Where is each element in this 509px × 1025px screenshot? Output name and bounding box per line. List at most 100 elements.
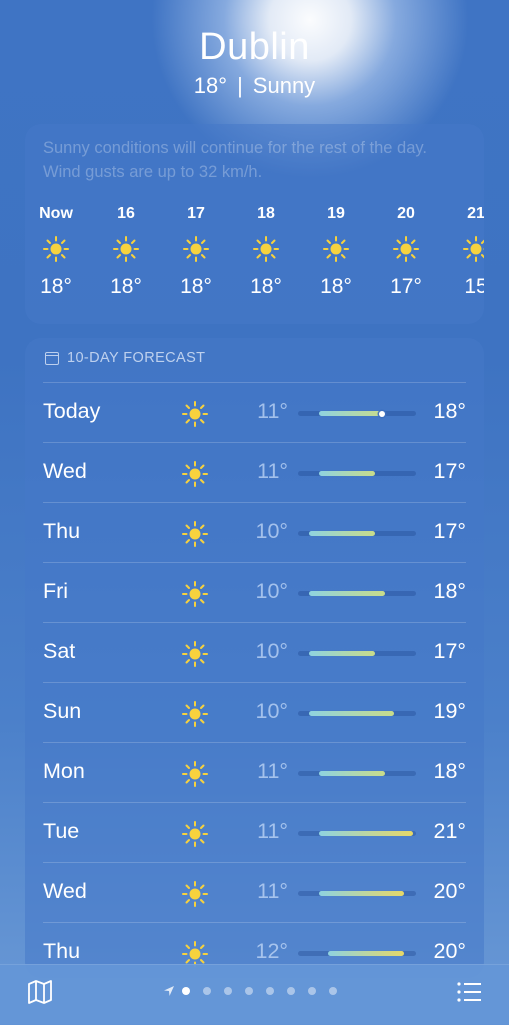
ten-day-forecast-card[interactable]: 10-DAY FORECAST Today 11° 18° Wed 11° 17° Thu 1…	[25, 338, 484, 978]
temperature-range-fill	[309, 531, 376, 536]
hour-temperature: 18°	[250, 275, 282, 298]
hour-temperature: 17°	[390, 275, 422, 298]
sun-icon	[182, 881, 208, 907]
day-name: Fri	[43, 579, 69, 603]
high-temperature: 20°	[433, 879, 466, 903]
day-icon-wrap	[182, 761, 208, 787]
hour-icon-wrap	[323, 236, 349, 262]
forecast-row[interactable]: Wed 11° 17°	[43, 442, 466, 503]
conditions-description: Sunny conditions will continue for the r…	[43, 139, 427, 181]
ten-day-title: 10-DAY FORECAST	[67, 350, 206, 366]
hourly-forecast-card[interactable]: Sunny conditions will continue for the r…	[25, 124, 484, 324]
temperature-range-fill	[318, 411, 385, 416]
sun-icon	[113, 236, 139, 262]
temperature-range-fill	[318, 831, 414, 836]
location-header: Dublin 18° | Sunny	[0, 24, 509, 100]
hour-label: 16	[117, 205, 135, 222]
page-dot[interactable]	[287, 987, 295, 995]
hour-item: Now 18°	[26, 204, 86, 300]
forecast-row[interactable]: Mon 11° 18°	[43, 742, 466, 803]
high-temperature: 18°	[433, 399, 466, 423]
calendar-icon	[45, 351, 59, 365]
hour-icon-wrap	[183, 236, 209, 262]
low-temperature: 11°	[257, 459, 288, 483]
hour-item: 17 18°	[166, 204, 226, 300]
location-arrow-icon	[164, 986, 174, 996]
page-dot[interactable]	[245, 987, 253, 995]
day-name: Tue	[43, 819, 80, 843]
hour-icon-wrap	[463, 236, 484, 262]
hour-item: 18 18°	[236, 204, 296, 300]
current-temperature: 18°	[193, 73, 228, 98]
page-dot[interactable]	[308, 987, 316, 995]
hour-icon-wrap	[253, 236, 279, 262]
page-indicator[interactable]	[163, 983, 350, 999]
hour-temperature: 18°	[320, 275, 352, 298]
hour-label: Now	[39, 205, 73, 222]
current-temperature-dot	[378, 410, 385, 417]
temperature-range-bar	[298, 951, 416, 956]
day-icon-wrap	[182, 521, 208, 547]
ten-day-header: 10-DAY FORECAST	[45, 350, 205, 366]
day-name: Sat	[43, 639, 76, 663]
sun-icon	[182, 401, 208, 427]
day-name: Thu	[43, 939, 81, 963]
forecast-row[interactable]: Today 11° 18°	[43, 382, 466, 443]
current-condition: Sunny	[252, 73, 316, 98]
low-temperature: 12°	[255, 939, 288, 963]
hour-icon-wrap	[393, 236, 419, 262]
temperature-range-fill	[309, 591, 385, 596]
sun-icon	[182, 521, 208, 547]
sun-icon	[43, 236, 69, 262]
high-temperature: 17°	[433, 639, 466, 663]
page-dot[interactable]	[266, 987, 274, 995]
bottom-toolbar	[0, 964, 509, 1025]
page-dot[interactable]	[224, 987, 232, 995]
sun-icon	[463, 236, 484, 262]
low-temperature: 11°	[257, 399, 288, 423]
list-icon[interactable]	[456, 979, 482, 1005]
page-dot[interactable]	[203, 987, 211, 995]
sun-icon	[182, 701, 208, 727]
temperature-range-fill	[309, 651, 376, 656]
temperature-range-bar	[298, 591, 416, 596]
hour-label: 17	[187, 205, 205, 222]
day-name: Sun	[43, 699, 82, 723]
page-dot[interactable]	[329, 987, 337, 995]
high-temperature: 17°	[433, 519, 466, 543]
hour-item: 16 18°	[96, 204, 156, 300]
day-icon-wrap	[182, 821, 208, 847]
temperature-range-fill	[309, 711, 395, 716]
high-temperature: 20°	[433, 939, 466, 963]
hour-item: 19 18°	[306, 204, 366, 300]
low-temperature: 11°	[257, 879, 288, 903]
forecast-row[interactable]: Sat 10° 17°	[43, 622, 466, 683]
temperature-range-bar	[298, 831, 416, 836]
low-temperature: 10°	[255, 579, 288, 603]
forecast-row[interactable]: Thu 10° 17°	[43, 502, 466, 563]
day-icon-wrap	[182, 701, 208, 727]
temperature-range-fill	[318, 891, 404, 896]
temperature-range-bar	[298, 891, 416, 896]
map-icon[interactable]	[27, 979, 53, 1005]
hour-label: 19	[327, 205, 345, 222]
sun-icon	[182, 821, 208, 847]
forecast-row[interactable]: Sun 10° 19°	[43, 682, 466, 743]
temperature-range-bar	[298, 471, 416, 476]
hour-label: 21	[467, 205, 484, 222]
day-icon-wrap	[182, 581, 208, 607]
page-dot[interactable]	[182, 987, 190, 995]
hour-label: 20	[397, 205, 415, 222]
forecast-row[interactable]: Tue 11° 21°	[43, 802, 466, 863]
low-temperature: 10°	[255, 519, 288, 543]
forecast-row[interactable]: Wed 11° 20°	[43, 862, 466, 923]
day-icon-wrap	[182, 881, 208, 907]
hour-icon-wrap	[43, 236, 69, 262]
day-name: Wed	[43, 879, 87, 903]
hour-temperature: 18°	[110, 275, 142, 298]
temperature-range-bar	[298, 531, 416, 536]
day-icon-wrap	[182, 401, 208, 427]
forecast-row[interactable]: Fri 10° 18°	[43, 562, 466, 623]
temperature-range-bar	[298, 771, 416, 776]
hourly-strip[interactable]: Now 18° 16 18° 17 18° 18 18° 19 18° 20 17° 21 15	[25, 204, 484, 314]
